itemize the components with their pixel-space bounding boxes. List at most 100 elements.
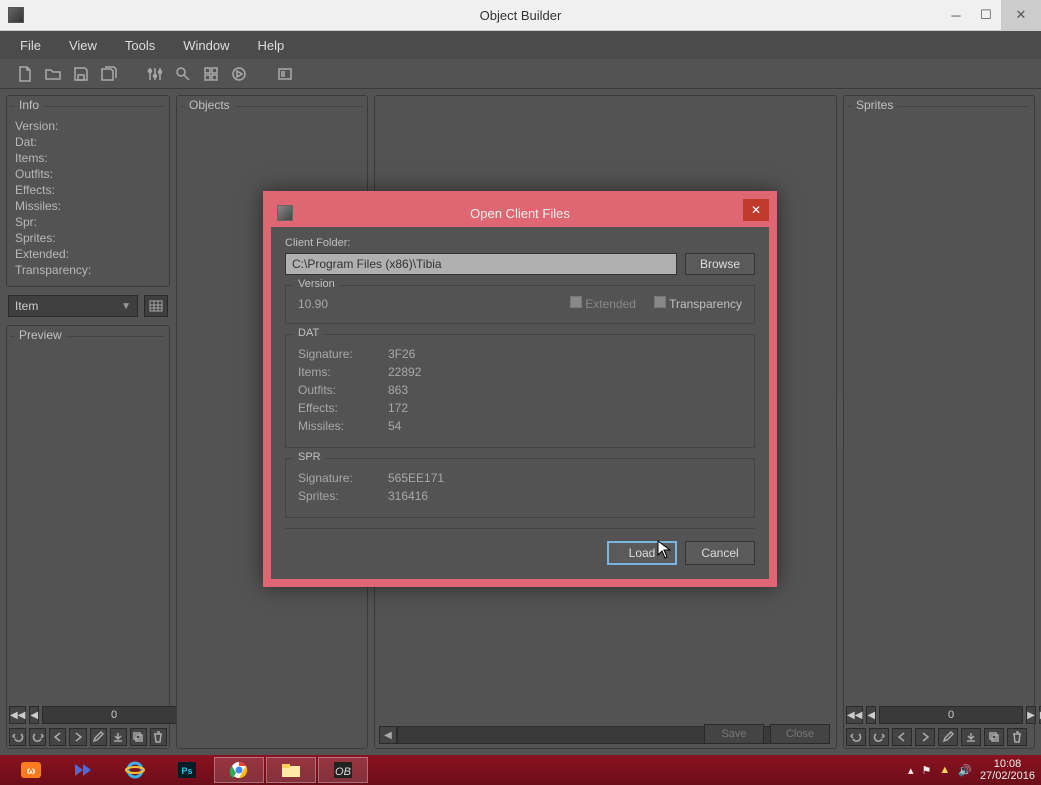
dat-items-v: 22892 [388, 363, 421, 381]
sprites-nav-input[interactable] [879, 706, 1023, 724]
load-button[interactable]: Load [607, 541, 677, 565]
grid-toggle-button[interactable] [144, 295, 168, 317]
spr-sprites-k: Sprites: [298, 487, 388, 505]
taskbar-chrome-icon[interactable] [214, 757, 264, 783]
menu-view[interactable]: View [69, 38, 97, 53]
menu-help[interactable]: Help [258, 38, 285, 53]
dialog-titlebar[interactable]: Open Client Files ✕ [271, 199, 769, 227]
cancel-button[interactable]: Cancel [685, 541, 755, 565]
dat-signature-v: 3F26 [388, 345, 415, 363]
type-combo-value: Item [15, 299, 38, 313]
new-file-icon[interactable] [16, 65, 34, 83]
settings-sliders-icon[interactable] [146, 65, 164, 83]
app-icon [8, 7, 24, 23]
nav-first-button[interactable]: ◀◀ [9, 706, 26, 724]
sprites-nav-first[interactable]: ◀◀ [846, 706, 863, 724]
tray-flag-icon[interactable]: ⚑ [921, 764, 931, 777]
forward-arrow-icon[interactable] [69, 728, 86, 746]
info-body: Version: Dat: Items: Outfits: Effects: M… [7, 114, 169, 286]
version-fieldset: Version 10.90 Extended Transparency [285, 285, 755, 324]
taskbar-photoshop-icon[interactable]: Ps [162, 757, 212, 783]
play-icon[interactable] [230, 65, 248, 83]
preview-nav: ◀◀ ◀ ▶ ▶▶ [7, 704, 169, 726]
log-icon[interactable] [276, 65, 294, 83]
back-arrow-icon[interactable] [49, 728, 66, 746]
taskbar-media-icon[interactable] [58, 757, 108, 783]
taskbar-objectbuilder-icon[interactable]: OB [318, 757, 368, 783]
tray-warning-icon[interactable]: ▲ [939, 764, 950, 776]
sprites-duplicate-icon[interactable] [984, 728, 1004, 746]
window-title: Object Builder [480, 8, 562, 23]
save-icon[interactable] [72, 65, 90, 83]
type-combo[interactable]: Item ▼ [8, 295, 138, 317]
version-legend: Version [294, 278, 339, 290]
extended-checkbox[interactable] [570, 296, 582, 308]
minimize-button[interactable]: ─ [941, 0, 971, 30]
sprites-edit-icon[interactable] [938, 728, 958, 746]
browse-button[interactable]: Browse [685, 253, 755, 275]
system-tray[interactable]: ▴ ⚑ ▲ 🔊 10:08 27/02/2016 [908, 758, 1035, 782]
redo-icon[interactable] [29, 728, 46, 746]
duplicate-icon[interactable] [130, 728, 147, 746]
tray-date: 27/02/2016 [980, 770, 1035, 782]
tray-show-hidden-icon[interactable]: ▴ [908, 764, 914, 777]
taskbar-explorer-icon[interactable] [266, 757, 316, 783]
sprites-nav-next[interactable]: ▶ [1026, 706, 1036, 724]
menu-window[interactable]: Window [183, 38, 229, 53]
window-controls: ─ ☐ ✕ [941, 0, 1041, 30]
dat-outfits-k: Outfits: [298, 381, 388, 399]
info-dat: Dat: [15, 134, 161, 150]
undo-icon[interactable] [9, 728, 26, 746]
export-icon[interactable] [110, 728, 127, 746]
menu-file[interactable]: File [20, 38, 41, 53]
taskbar-ie-icon[interactable] [110, 757, 160, 783]
sprites-undo-icon[interactable] [846, 728, 866, 746]
svg-text:OB: OB [335, 766, 351, 778]
spr-fieldset: SPR Signature:565EE171 Sprites:316416 [285, 458, 755, 518]
dat-effects-v: 172 [388, 399, 408, 417]
extended-checkbox-wrap[interactable]: Extended [570, 296, 636, 311]
dat-fieldset: DAT Signature:3F26 Items:22892 Outfits:8… [285, 334, 755, 448]
dialog-close-button[interactable]: ✕ [743, 199, 769, 221]
sprites-nav-prev[interactable]: ◀ [866, 706, 876, 724]
center-close-button[interactable]: Close [770, 724, 830, 744]
info-title: Info [15, 98, 43, 112]
sprites-list[interactable] [844, 114, 1034, 704]
center-save-button[interactable]: Save [704, 724, 764, 744]
sprites-forward-icon[interactable] [915, 728, 935, 746]
maximize-button[interactable]: ☐ [971, 0, 1001, 30]
nav-index-input[interactable] [42, 706, 186, 724]
dialog-title: Open Client Files [470, 206, 570, 221]
sprites-delete-icon[interactable] [1007, 728, 1027, 746]
left-column: Info Version: Dat: Items: Outfits: Effec… [6, 95, 170, 749]
version-value: 10.90 [298, 297, 328, 311]
sprites-redo-icon[interactable] [869, 728, 889, 746]
sprites-back-icon[interactable] [892, 728, 912, 746]
close-button[interactable]: ✕ [1001, 0, 1041, 30]
info-items: Items: [15, 150, 161, 166]
client-folder-input[interactable] [285, 253, 677, 275]
preview-title: Preview [15, 328, 66, 342]
dialog-icon [277, 205, 293, 221]
info-version: Version: [15, 118, 161, 134]
transparency-checkbox-wrap[interactable]: Transparency [654, 296, 742, 311]
center-action-buttons: Save Close [704, 724, 830, 744]
tray-clock[interactable]: 10:08 27/02/2016 [980, 758, 1035, 782]
grid-icon[interactable] [202, 65, 220, 83]
dat-outfits-v: 863 [388, 381, 408, 399]
menu-tools[interactable]: Tools [125, 38, 155, 53]
nav-prev-button[interactable]: ◀ [29, 706, 39, 724]
info-sprites: Sprites: [15, 230, 161, 246]
taskbar-xampp-icon[interactable]: ω [6, 757, 56, 783]
transparency-checkbox[interactable] [654, 296, 666, 308]
delete-icon[interactable] [150, 728, 167, 746]
tray-volume-icon[interactable]: 🔊 [958, 764, 972, 777]
save-all-icon[interactable] [100, 65, 118, 83]
selector-row: Item ▼ [6, 293, 170, 319]
open-folder-icon[interactable] [44, 65, 62, 83]
search-icon[interactable] [174, 65, 192, 83]
edit-icon[interactable] [90, 728, 107, 746]
taskbar[interactable]: ω Ps OB ▴ ⚑ ▲ 🔊 10:08 27/02/2016 [0, 755, 1041, 785]
scroll-left-button[interactable]: ◀ [379, 726, 397, 744]
sprites-export-icon[interactable] [961, 728, 981, 746]
